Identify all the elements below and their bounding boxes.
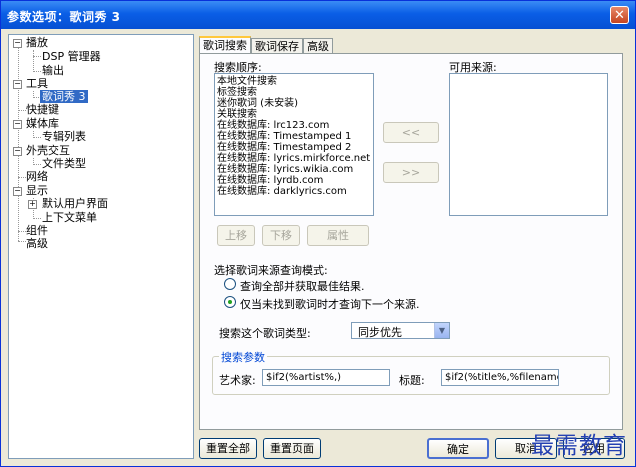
list-item[interactable]: 在线数据库: lyrics.wikia.com <box>215 164 373 175</box>
list-item[interactable]: 在线数据库: Timestamped 2 <box>215 142 373 153</box>
reset-page-button[interactable]: 重置页面 <box>263 438 321 459</box>
radio-query-next[interactable] <box>224 296 236 308</box>
collapse-playback-icon[interactable]: − <box>13 39 22 48</box>
chevron-down-icon[interactable]: ▼ <box>434 323 449 338</box>
collapse-shell-icon[interactable]: − <box>13 147 22 156</box>
artist-input[interactable]: $if2(%artist%,) <box>262 369 390 386</box>
tab-lyrics-save[interactable]: 歌词保存 <box>251 38 303 53</box>
title-label: 标题: <box>399 374 425 387</box>
move-down-button[interactable]: 下移 <box>262 225 300 246</box>
expand-default-ui-icon[interactable]: + <box>28 200 37 209</box>
list-item[interactable]: 在线数据库: lrc123.com <box>215 120 373 131</box>
search-params-title: 搜索参数 <box>219 349 267 365</box>
collapse-media-library-icon[interactable]: − <box>13 120 22 129</box>
list-item[interactable]: 在线数据库: lyrics.mirkforce.net <box>215 153 373 164</box>
lyrics-type-value: 同步优先 <box>358 326 402 339</box>
watermark-logo: 最需教育 <box>531 433 627 459</box>
list-item[interactable]: 本地文件搜索 <box>215 76 373 87</box>
lyrics-type-label: 搜索这个歌词类型: <box>219 327 311 340</box>
tree-root-line <box>18 43 19 241</box>
title-bar[interactable]: 参数选项：歌词秀 3 ✕ <box>1 1 635 29</box>
tree-item-shell-integration[interactable]: 外壳交互 <box>26 144 70 157</box>
tab-advanced[interactable]: 高级 <box>303 38 333 53</box>
tree-item-components[interactable]: 组件 <box>26 224 48 237</box>
list-item[interactable]: 在线数据库: lyrdb.com <box>215 175 373 186</box>
tree-item-default-ui[interactable]: 默认用户界面 <box>42 197 108 210</box>
list-item[interactable]: 迷你歌词 (未安装) <box>215 98 373 109</box>
tree-item-file-types[interactable]: 文件类型 <box>42 157 86 170</box>
tree-item-context-menu[interactable]: 上下文菜单 <box>42 211 97 224</box>
move-right-button[interactable]: >> <box>383 162 439 183</box>
available-sources-list[interactable] <box>449 73 608 216</box>
move-left-button[interactable]: << <box>383 122 439 143</box>
radio-query-all[interactable] <box>224 278 236 290</box>
window-title: 参数选项：歌词秀 3 <box>7 10 121 24</box>
list-item[interactable]: 在线数据库: darklyrics.com <box>215 186 373 197</box>
search-order-list[interactable]: 本地文件搜索 标签搜索 迷你歌词 (未安装) 关联搜索 在线数据库: lrc12… <box>214 73 374 216</box>
move-up-button[interactable]: 上移 <box>217 225 255 246</box>
properties-button[interactable]: 属性 <box>307 225 369 246</box>
tab-lyrics-search[interactable]: 歌词搜索 <box>199 36 251 54</box>
artist-label: 艺术家: <box>219 374 256 387</box>
collapse-display-icon[interactable]: − <box>13 187 22 196</box>
list-item[interactable]: 标签搜索 <box>215 87 373 98</box>
tree-item-playback[interactable]: 播放 <box>26 36 48 49</box>
tree-item-dsp-manager[interactable]: DSP 管理器 <box>42 50 101 63</box>
query-mode-label: 选择歌词来源查询模式: <box>214 264 328 277</box>
ok-button[interactable]: 确定 <box>427 438 489 459</box>
list-item[interactable]: 在线数据库: Timestamped 1 <box>215 131 373 142</box>
title-input[interactable]: $if2(%title%,%filename%) <box>441 369 559 386</box>
radio-query-all-label[interactable]: 查询全部并获取最佳结果. <box>240 278 365 294</box>
preferences-tree[interactable]: − 播放 DSP 管理器 输出 − 工具 歌词秀 3 快捷键 − 媒体库 专辑列… <box>8 34 194 459</box>
lyrics-type-select[interactable]: 同步优先 ▼ <box>351 322 450 339</box>
tab-panel-lyrics-search: 搜索顺序: 可用来源: 本地文件搜索 标签搜索 迷你歌词 (未安装) 关联搜索 … <box>199 53 623 430</box>
tree-item-display[interactable]: 显示 <box>26 184 48 197</box>
list-item[interactable]: 关联搜索 <box>215 109 373 120</box>
tree-item-tools[interactable]: 工具 <box>26 77 48 90</box>
tree-item-media-library[interactable]: 媒体库 <box>26 117 59 130</box>
tree-item-shortcuts[interactable]: 快捷键 <box>26 103 59 116</box>
tree-item-networking[interactable]: 网络 <box>26 170 48 183</box>
collapse-tools-icon[interactable]: − <box>13 80 22 89</box>
radio-query-next-label[interactable]: 仅当未找到歌词时才查询下一个来源. <box>240 296 420 312</box>
reset-all-button[interactable]: 重置全部 <box>199 438 257 459</box>
close-button[interactable]: ✕ <box>610 6 629 24</box>
preferences-window: 参数选项：歌词秀 3 ✕ − 播放 DSP 管理器 输出 − 工具 歌词秀 3 … <box>0 0 636 467</box>
tree-item-output[interactable]: 输出 <box>42 64 64 77</box>
tree-item-advanced[interactable]: 高级 <box>26 237 48 250</box>
tree-item-album-list[interactable]: 专辑列表 <box>42 130 86 143</box>
tree-item-lyrics-show[interactable]: 歌词秀 3 <box>40 90 88 103</box>
